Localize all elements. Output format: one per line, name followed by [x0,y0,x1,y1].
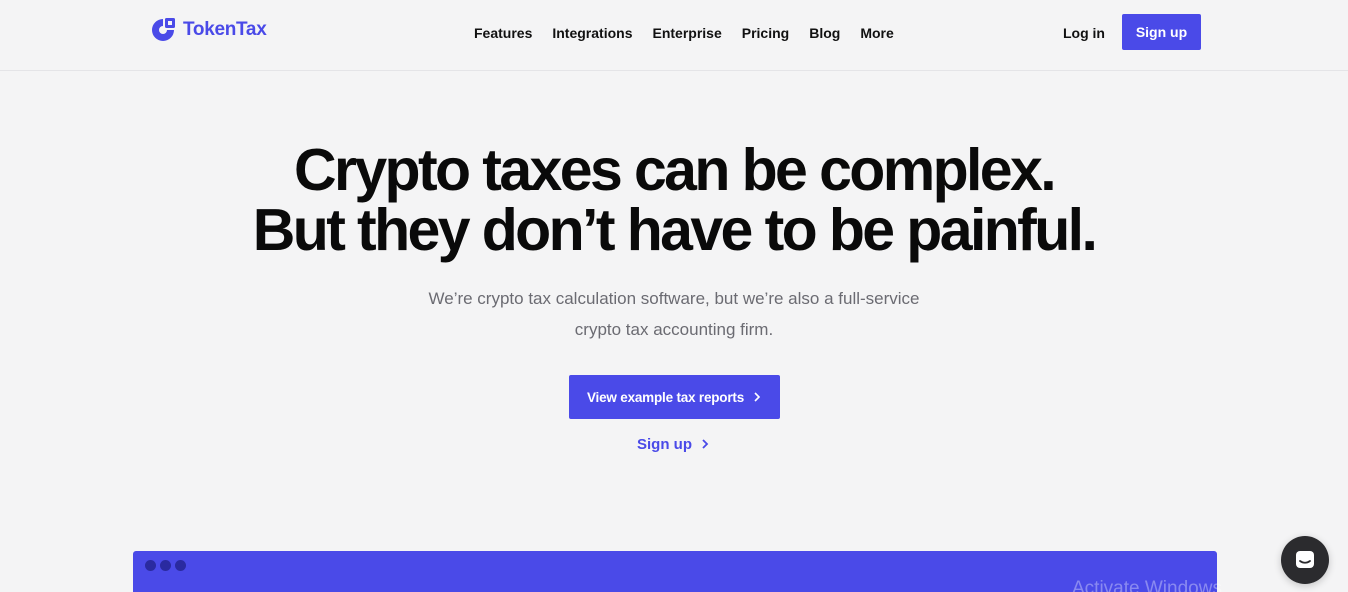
activate-windows-watermark: Activate Windows [1072,578,1222,592]
main-nav: Features Integrations Enterprise Pricing… [474,24,914,42]
window-dot [145,560,156,571]
window-dot [160,560,171,571]
nav-blog[interactable]: Blog [809,24,840,42]
nav-integrations[interactable]: Integrations [552,24,632,42]
login-link[interactable]: Log in [1063,24,1105,42]
chevron-right-icon [754,392,761,402]
hero-title-line-1: Crypto taxes can be complex. [293,137,1057,203]
window-controls [145,560,186,571]
hero-signup-link[interactable]: Sign up [637,434,710,454]
brand-name: TokenTax [183,19,267,40]
nav-features[interactable]: Features [474,24,532,42]
app-preview-window [133,551,1217,592]
nav-more[interactable]: More [860,24,893,42]
hero-signup-label: Sign up [637,435,692,453]
hero-title: Crypto taxes can be complex. But they do… [0,140,1348,260]
nav-enterprise[interactable]: Enterprise [652,24,721,42]
hero-subtitle: We’re crypto tax calculation software, b… [428,289,920,339]
tokentax-logo-icon [152,18,175,41]
nav-pricing[interactable]: Pricing [742,24,789,42]
hero-title-line-2: But they don’t have to be painful. [252,197,1098,263]
chat-launcher-button[interactable] [1281,536,1329,584]
view-example-reports-button[interactable]: View example tax reports [569,375,780,419]
signup-button[interactable]: Sign up [1122,14,1201,50]
brand-logo[interactable]: TokenTax [149,16,267,44]
window-dot [175,560,186,571]
view-example-reports-label: View example tax reports [586,389,745,405]
site-header: TokenTax Features Integrations Enterpris… [0,0,1348,71]
chevron-right-icon [702,439,709,449]
chat-icon [1296,551,1314,568]
